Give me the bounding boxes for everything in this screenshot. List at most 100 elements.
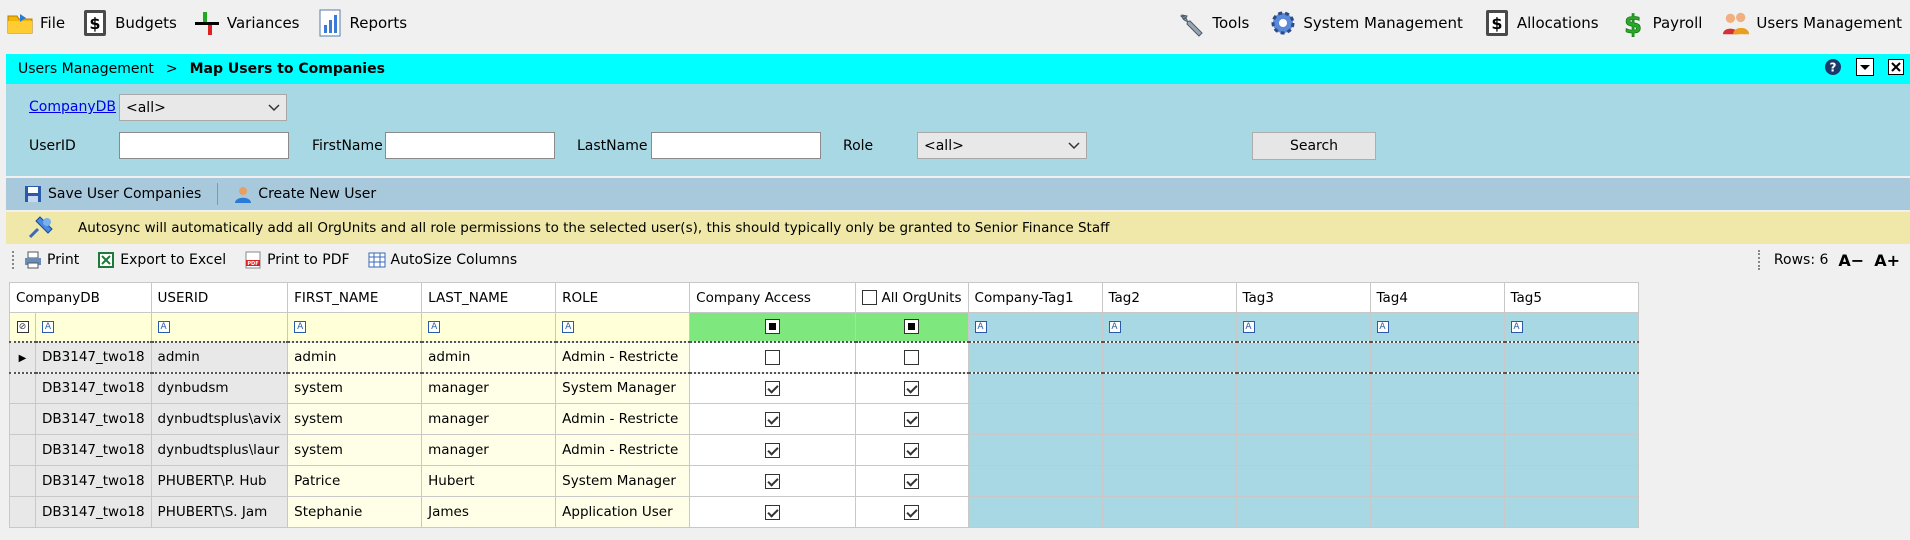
cell-tag5[interactable]: [1503, 496, 1639, 528]
cell-tag4[interactable]: [1369, 434, 1505, 466]
all-orgunits-checkbox[interactable]: [904, 411, 920, 427]
cell-tag4[interactable]: [1369, 403, 1505, 435]
table-row[interactable]: DB3147_two18 dynbudtsplus\avix system ma…: [9, 403, 1639, 435]
menu-file[interactable]: File: [2, 0, 69, 46]
filter-cell[interactable]: [855, 312, 969, 342]
cell-tag4[interactable]: [1369, 496, 1505, 528]
filter-cell[interactable]: A: [421, 312, 557, 342]
cell-tag3[interactable]: [1235, 496, 1371, 528]
lastname-input[interactable]: [651, 132, 821, 159]
cell-last-name[interactable]: James: [421, 496, 557, 528]
menu-system-management[interactable]: System Management: [1265, 0, 1467, 46]
cell-tag3[interactable]: [1235, 465, 1371, 497]
companydb-select[interactable]: <all>: [119, 94, 287, 121]
row-selector[interactable]: [9, 434, 36, 466]
cell-first-name[interactable]: system: [287, 434, 423, 466]
cell-tag3[interactable]: [1235, 434, 1371, 466]
all-orgunits-checkbox[interactable]: [904, 442, 920, 458]
cell-company-access[interactable]: [689, 465, 857, 497]
cell-last-name[interactable]: Hubert: [421, 465, 557, 497]
cell-role[interactable]: Admin - Restricte: [555, 434, 691, 466]
cell-company-tag1[interactable]: [967, 496, 1103, 528]
cell-role[interactable]: Admin - Restricte: [555, 403, 691, 435]
breadcrumb-parent[interactable]: Users Management: [18, 61, 154, 77]
cell-tag3[interactable]: [1235, 403, 1371, 435]
cell-tag5[interactable]: [1503, 340, 1639, 374]
col-header-role[interactable]: ROLE: [555, 282, 691, 313]
table-row[interactable]: DB3147_two18 PHUBERT\P. Hub Patrice Hube…: [9, 465, 1639, 497]
filter-cell[interactable]: A: [1503, 312, 1639, 342]
chevron-down-icon[interactable]: [1856, 58, 1874, 80]
cell-all-orgunits[interactable]: [855, 434, 969, 466]
row-selector[interactable]: [9, 496, 36, 528]
cell-role[interactable]: System Manager: [555, 372, 691, 404]
col-header-tag4[interactable]: Tag4: [1369, 282, 1505, 313]
cell-tag5[interactable]: [1503, 434, 1639, 466]
cell-last-name[interactable]: manager: [421, 372, 557, 404]
menu-budgets[interactable]: $ Budgets: [77, 0, 181, 46]
filter-cell[interactable]: A: [555, 312, 691, 342]
export-excel-button[interactable]: Export to Excel: [97, 251, 226, 269]
menu-allocations[interactable]: $ Allocations: [1479, 0, 1603, 46]
autosize-columns-button[interactable]: AutoSize Columns: [368, 251, 517, 269]
table-row[interactable]: DB3147_two18 PHUBERT\S. Jam Stephanie Ja…: [9, 496, 1639, 528]
company-access-checkbox[interactable]: [765, 380, 781, 396]
role-select[interactable]: <all>: [917, 132, 1087, 159]
col-header-tag2[interactable]: Tag2: [1101, 282, 1237, 313]
all-orgunits-checkbox[interactable]: [904, 380, 920, 396]
col-header-tag3[interactable]: Tag3: [1235, 282, 1371, 313]
col-header-last-name[interactable]: LAST_NAME: [421, 282, 557, 313]
row-selector[interactable]: [9, 403, 36, 435]
menu-payroll[interactable]: $ Payroll: [1615, 0, 1707, 46]
cell-company-tag1[interactable]: [967, 465, 1103, 497]
companydb-link[interactable]: CompanyDB: [29, 99, 116, 115]
filter-cell[interactable]: A: [35, 312, 152, 342]
row-selector[interactable]: [9, 372, 36, 404]
cell-company-access[interactable]: [689, 434, 857, 466]
col-header-all-orgunits[interactable]: All OrgUnits: [855, 282, 969, 313]
cell-last-name[interactable]: manager: [421, 403, 557, 435]
cell-role[interactable]: Admin - Restricte: [555, 340, 691, 374]
cell-company-tag1[interactable]: [967, 434, 1103, 466]
cell-last-name[interactable]: admin: [421, 340, 557, 374]
cell-tag2[interactable]: [1101, 465, 1237, 497]
col-header-first-name[interactable]: FIRST_NAME: [287, 282, 423, 313]
userid-input[interactable]: [119, 132, 289, 159]
cell-company-access[interactable]: [689, 340, 857, 374]
cell-tag5[interactable]: [1503, 465, 1639, 497]
table-row[interactable]: ▶ DB3147_two18 admin admin admin Admin -…: [9, 340, 1639, 374]
cell-all-orgunits[interactable]: [855, 465, 969, 497]
cell-last-name[interactable]: manager: [421, 434, 557, 466]
menu-variances[interactable]: Variances: [189, 0, 304, 46]
cell-tag2[interactable]: [1101, 340, 1237, 374]
cell-first-name[interactable]: system: [287, 403, 423, 435]
cell-tag4[interactable]: [1369, 372, 1505, 404]
cell-tag5[interactable]: [1503, 372, 1639, 404]
company-access-checkbox[interactable]: [765, 473, 781, 489]
company-access-checkbox[interactable]: [765, 504, 781, 520]
cell-company-access[interactable]: [689, 496, 857, 528]
close-icon[interactable]: [1888, 59, 1904, 79]
cell-first-name[interactable]: admin: [287, 340, 423, 374]
col-header-company-access[interactable]: Company Access: [689, 282, 857, 313]
menu-users-management[interactable]: Users Management: [1718, 0, 1906, 46]
col-header-tag5[interactable]: Tag5: [1503, 282, 1639, 313]
cell-all-orgunits[interactable]: [855, 340, 969, 374]
cell-company-access[interactable]: [689, 372, 857, 404]
filter-cell[interactable]: [689, 312, 857, 342]
decrease-font-button[interactable]: A−: [1838, 251, 1864, 270]
cell-tag2[interactable]: [1101, 496, 1237, 528]
all-orgunits-checkbox[interactable]: [904, 504, 920, 520]
table-row[interactable]: DB3147_two18 dynbudtsplus\laur system ma…: [9, 434, 1639, 466]
menu-reports[interactable]: Reports: [312, 0, 412, 46]
cell-company-access[interactable]: [689, 403, 857, 435]
print-button[interactable]: Print: [24, 251, 79, 269]
menu-tools[interactable]: Tools: [1174, 0, 1253, 46]
company-access-checkbox[interactable]: [765, 349, 781, 365]
cell-role[interactable]: Application User: [555, 496, 691, 528]
filter-cell[interactable]: A: [1101, 312, 1237, 342]
save-user-companies-button[interactable]: Save User Companies: [24, 185, 201, 203]
cell-tag4[interactable]: [1369, 340, 1505, 374]
cell-tag2[interactable]: [1101, 434, 1237, 466]
search-button[interactable]: Search: [1252, 132, 1376, 160]
